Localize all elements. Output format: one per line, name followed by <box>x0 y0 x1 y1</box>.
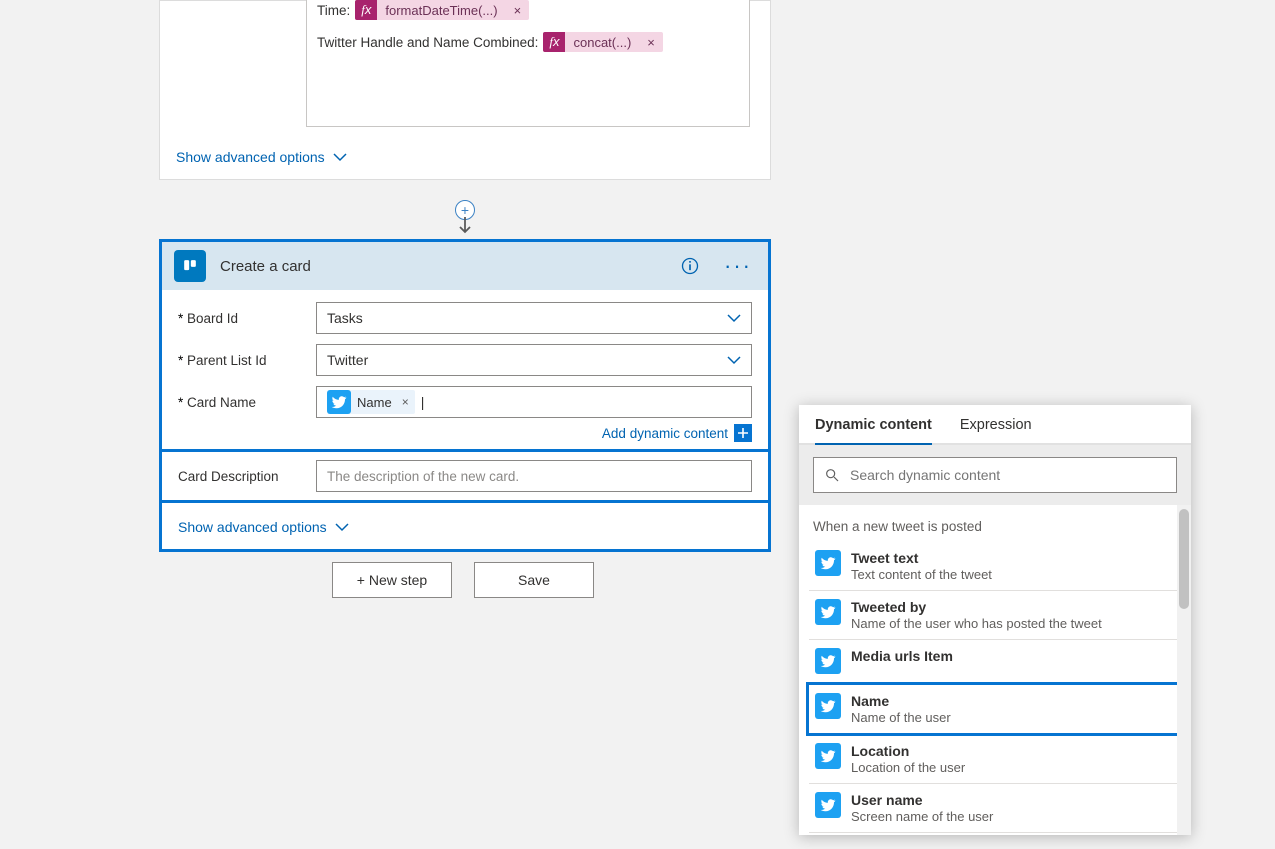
dynamic-content-item[interactable]: Media urls Item <box>809 640 1181 683</box>
show-advanced-options-link[interactable]: Show advanced options <box>178 509 752 547</box>
twitter-icon <box>815 550 841 576</box>
dc-item-title: Name <box>851 693 951 709</box>
board-id-row: Board Id Tasks <box>178 302 752 334</box>
expression-token-formatdatetime[interactable]: fx formatDateTime(...) × <box>355 0 529 20</box>
compose-step-card: Time: fx formatDateTime(...) × Twitter H… <box>159 0 771 180</box>
twitter-icon <box>815 648 841 674</box>
dynamic-content-item[interactable]: LocationLocation of the user <box>809 735 1181 784</box>
twitter-icon <box>815 792 841 818</box>
new-step-button[interactable]: + New step <box>332 562 452 598</box>
show-advanced-options-link[interactable]: Show advanced options <box>160 135 770 179</box>
text-caret: | <box>421 394 425 410</box>
twitter-combined-label: Twitter Handle and Name Combined: <box>317 35 538 50</box>
dynamic-token-name[interactable]: Name × <box>327 390 415 414</box>
dc-item-title: Tweeted by <box>851 599 1102 615</box>
arrow-down-icon <box>458 217 472 235</box>
add-dynamic-content-link[interactable]: Add dynamic content <box>602 426 728 441</box>
trello-icon <box>174 250 206 282</box>
card-description-label: Card Description <box>178 469 316 484</box>
tab-dynamic-content[interactable]: Dynamic content <box>815 417 932 445</box>
dc-item-desc: Location of the user <box>851 760 965 775</box>
tab-expression[interactable]: Expression <box>960 417 1032 443</box>
board-id-label: Board Id <box>178 311 316 326</box>
dynamic-content-search[interactable] <box>813 457 1177 493</box>
dynamic-content-item[interactable]: Tweet textText content of the tweet <box>809 542 1181 591</box>
card-name-row: Card Name Name × | <box>178 386 752 418</box>
card-description-highlight: Card Description The description of the … <box>159 449 771 503</box>
remove-token-icon[interactable]: × <box>506 3 530 18</box>
dc-item-desc: Name of the user <box>851 710 951 725</box>
twitter-icon <box>815 743 841 769</box>
search-icon <box>824 467 840 483</box>
more-options-icon[interactable]: ··· <box>720 255 756 277</box>
time-label: Time: <box>317 3 350 18</box>
step-title: Create a card <box>220 258 660 275</box>
bottom-actions: + New step Save <box>332 562 594 598</box>
dc-item-title: User name <box>851 792 993 808</box>
dynamic-content-group-header: When a new tweet is posted <box>799 505 1191 542</box>
dynamic-content-item[interactable]: Tweeted byName of the user who has poste… <box>809 591 1181 640</box>
scrollbar-track[interactable] <box>1177 505 1191 835</box>
dc-item-desc: Name of the user who has posted the twee… <box>851 616 1102 631</box>
dc-item-title: Tweet text <box>851 550 992 566</box>
board-id-select[interactable]: Tasks <box>316 302 752 334</box>
card-name-input[interactable]: Name × | <box>316 386 752 418</box>
compose-text-input[interactable]: Time: fx formatDateTime(...) × Twitter H… <box>306 0 750 127</box>
expression-token-concat[interactable]: fx concat(...) × <box>543 32 663 52</box>
dc-item-desc: Text content of the tweet <box>851 567 992 582</box>
dynamic-content-flyout: Dynamic content Expression When a new tw… <box>799 405 1191 835</box>
dc-item-desc: Screen name of the user <box>851 809 993 824</box>
create-a-card-step: Create a card ··· Board Id Tasks Parent … <box>159 239 771 552</box>
search-input[interactable] <box>850 467 1166 483</box>
info-icon[interactable] <box>674 256 706 276</box>
dc-item-title: Location <box>851 743 965 759</box>
step-header[interactable]: Create a card ··· <box>162 242 768 290</box>
dynamic-content-item[interactable]: Description <box>809 833 1181 835</box>
chevron-down-icon <box>727 355 741 365</box>
chevron-down-icon <box>727 313 741 323</box>
twitter-icon <box>815 693 841 719</box>
dc-item-title: Media urls Item <box>851 648 953 664</box>
parent-list-id-label: Parent List Id <box>178 353 316 368</box>
chevron-down-icon <box>335 522 349 532</box>
twitter-icon <box>815 599 841 625</box>
remove-token-icon[interactable]: × <box>639 35 663 50</box>
dynamic-content-item[interactable]: NameName of the user <box>806 682 1184 736</box>
dynamic-content-item[interactable]: User nameScreen name of the user <box>809 784 1181 833</box>
parent-list-id-select[interactable]: Twitter <box>316 344 752 376</box>
card-description-input[interactable]: The description of the new card. <box>316 460 752 492</box>
card-name-label: Card Name <box>178 395 316 410</box>
add-dynamic-content-button[interactable] <box>734 424 752 442</box>
fx-badge: fx <box>355 0 377 20</box>
save-button[interactable]: Save <box>474 562 594 598</box>
parent-list-id-row: Parent List Id Twitter <box>178 344 752 376</box>
twitter-icon <box>327 390 351 414</box>
chevron-down-icon <box>333 152 347 162</box>
scrollbar-thumb[interactable] <box>1179 509 1189 609</box>
remove-token-icon[interactable]: × <box>396 395 415 409</box>
step-connector: + <box>455 200 475 240</box>
fx-badge: fx <box>543 32 565 52</box>
